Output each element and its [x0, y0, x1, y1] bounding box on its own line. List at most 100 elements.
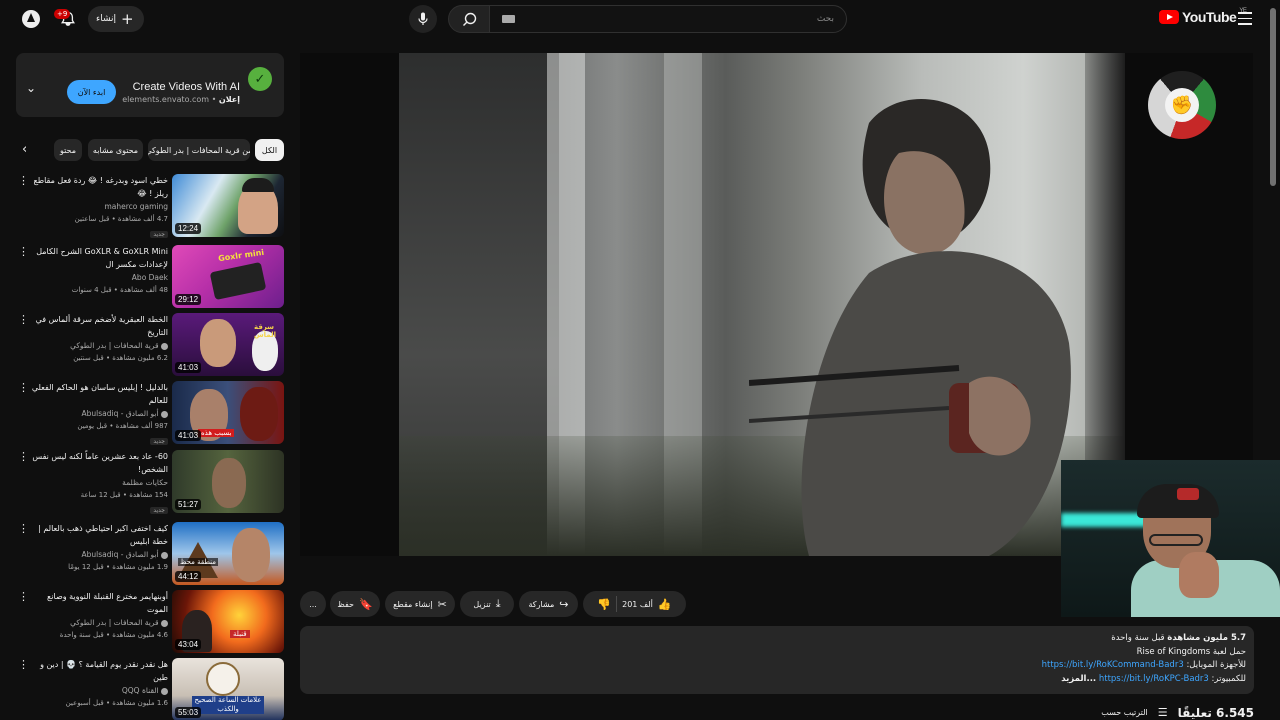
search-button[interactable]: [448, 5, 490, 33]
like-separator: [616, 596, 618, 612]
more-options-icon[interactable]: ⋮: [18, 382, 29, 393]
save-label: حفظ: [337, 599, 354, 609]
channel-name[interactable]: القناة QQQ: [30, 685, 168, 697]
view-count: 5.7 مليون مشاهدة: [1167, 633, 1246, 643]
video-description[interactable]: 5.7 مليون مشاهدة قبل سنة واحدة حمل لعبة …: [300, 626, 1254, 694]
youtube-logo[interactable]: YouTube YE: [1159, 8, 1247, 25]
thumb-caption: سرقة الماس: [254, 323, 277, 339]
list-item[interactable]: علامات الساعة الصحيح والكذب 55:03 هل نقد…: [16, 658, 284, 720]
more-actions-icon: ...: [309, 599, 317, 609]
video-title[interactable]: خطي اسود وبدرغه ! 😂 ردة فعل مقاطع ريلز !…: [30, 174, 168, 200]
thumb-caption: قنبلة: [230, 630, 250, 638]
masthead: +9 إنشاء + بحث YouTube YE: [0, 0, 1280, 40]
video-info: الخطة العبقرية لأضخم سرقة ألماس في التار…: [30, 313, 168, 364]
verified-icon: [161, 687, 168, 695]
chip-similar[interactable]: محتوى مشابه: [88, 139, 143, 161]
chip-partial[interactable]: محتو: [54, 139, 82, 161]
video-meta: 1.6 مليون مشاهدة • قبل أسبوعين: [65, 699, 168, 707]
channel-name[interactable]: maherco gaming: [30, 201, 168, 213]
video-thumbnail[interactable]: Goxlr mini 29:12: [172, 245, 284, 308]
video-meta: 987 ألف مشاهدة • قبل يومين: [77, 422, 168, 430]
download-button[interactable]: تنزيل ⤓: [460, 591, 514, 617]
mobile-label: للأجهزة الموبايل:: [1186, 660, 1246, 670]
video-title[interactable]: الخطة العبقرية لأضخم سرقة ألماس في التار…: [30, 313, 168, 339]
video-duration: 44:12: [175, 571, 202, 582]
video-duration: 41:03: [175, 430, 202, 441]
list-item[interactable]: منطقة محظ 44:12 كيف اختفى اكبر احتياطي ذ…: [16, 522, 284, 586]
chip-channel[interactable]: من قرية المحافات | بدر الطوكي: [148, 139, 250, 161]
video-thumbnail[interactable]: علامات الساعة الصحيح والكذب 55:03: [172, 658, 284, 720]
clip-button[interactable]: إنشاء مقطع ✂: [385, 591, 455, 617]
chevron-left-icon[interactable]: ‹: [22, 142, 27, 157]
video-frame[interactable]: [399, 53, 1125, 556]
video-thumbnail[interactable]: 12:24: [172, 174, 284, 237]
chip-all[interactable]: الكل: [255, 139, 284, 161]
list-item[interactable]: 12:24 خطي اسود وبدرغه ! 😂 ردة فعل مقاطع …: [16, 174, 284, 238]
page-scrollbar[interactable]: [1270, 8, 1276, 186]
video-thumbnail[interactable]: سرقة الماس 41:03: [172, 313, 284, 376]
channel-watermark[interactable]: ✊: [1148, 71, 1216, 139]
sort-icon[interactable]: ☰: [1158, 706, 1168, 719]
dislike-icon[interactable]: 👎: [597, 598, 611, 611]
video-title[interactable]: كيف اختفى اكبر احتياطي ذهب بالعالم | خطة…: [30, 522, 168, 548]
more-options-icon[interactable]: ⋮: [18, 523, 29, 534]
video-title[interactable]: هل نقدر نقدر يوم القيامة ؟ 💀 | دين و طين: [30, 658, 168, 684]
pc-link[interactable]: https://bit.ly/RoKPC-Badr3: [1099, 674, 1209, 684]
video-meta: 154 مشاهدة • قبل 12 ساعة: [80, 491, 168, 499]
chevron-down-icon[interactable]: ⌄: [26, 81, 36, 95]
more-actions-button[interactable]: ...: [300, 591, 326, 617]
account-avatar[interactable]: [17, 5, 45, 33]
voice-search-button[interactable]: [409, 5, 437, 33]
more-options-icon[interactable]: ⋮: [18, 246, 29, 257]
comment-count: 6.545 تعليقًا: [1177, 705, 1254, 720]
video-title[interactable]: 60- عاد بعد عشرين عاماً لكنه ليس نفس الش…: [30, 450, 168, 476]
like-icon[interactable]: 👍: [658, 598, 672, 611]
video-duration: 51:27: [175, 499, 202, 510]
new-badge: جديد: [150, 231, 168, 238]
channel-name-text: قرية المحافات | بدر الطوكي: [70, 618, 159, 627]
menu-icon[interactable]: [1238, 12, 1252, 29]
list-item[interactable]: 51:27 60- عاد بعد عشرين عاماً لكنه ليس ن…: [16, 450, 284, 514]
new-badge: جديد: [150, 438, 168, 445]
thumb-caption: Goxlr mini: [217, 247, 265, 264]
list-item[interactable]: Goxlr mini 29:12 GoXLR & GoXLR Mini الشر…: [16, 245, 284, 309]
thumb-caption: بسبب هذه: [198, 429, 235, 437]
channel-name-text: أبو الصادق - Abulsadiq: [81, 409, 159, 418]
sponsored-ad-card[interactable]: ✓ Create Videos With AI elements.envato.…: [16, 53, 284, 117]
channel-name[interactable]: حكايات مظلمة: [30, 477, 168, 489]
channel-name[interactable]: أبو الصادق - Abulsadiq: [30, 408, 168, 420]
channel-name[interactable]: Abo Daek: [30, 272, 168, 284]
more-options-icon[interactable]: ⋮: [18, 659, 29, 670]
video-thumbnail[interactable]: منطقة محظ 44:12: [172, 522, 284, 585]
ad-cta-button[interactable]: ابدء الآن: [67, 80, 116, 104]
save-button[interactable]: حفظ 🔖: [330, 591, 380, 617]
more-options-icon[interactable]: ⋮: [18, 175, 29, 186]
list-item[interactable]: بسبب هذه 41:03 بالدليل ! إبليس ساسان هو …: [16, 381, 284, 445]
mobile-link[interactable]: https://bit.ly/RoKCommand-Badr3: [1042, 660, 1184, 670]
channel-name[interactable]: قرية المحافات | بدر الطوكي: [30, 340, 168, 352]
list-item[interactable]: سرقة الماس 41:03 الخطة العبقرية لأضخم سر…: [16, 313, 284, 377]
show-more-link[interactable]: ...المزيد: [1061, 674, 1096, 684]
thumb-caption: منطقة محظ: [178, 558, 219, 566]
like-count[interactable]: 201 ألف: [622, 600, 653, 609]
video-title[interactable]: بالدليل ! إبليس ساسان هو الحاكم الفعلي ل…: [30, 381, 168, 407]
search-input[interactable]: بحث: [489, 5, 847, 33]
share-button[interactable]: مشاركة ↪: [519, 591, 578, 617]
create-button[interactable]: إنشاء +: [88, 6, 144, 32]
bookmark-icon: 🔖: [358, 597, 373, 611]
video-meta: 48 ألف مشاهدة • قبل 4 سنوات: [71, 286, 168, 294]
channel-name[interactable]: قرية المحافات | بدر الطوكي: [30, 617, 168, 629]
channel-name[interactable]: أبو الصادق - Abulsadiq: [30, 549, 168, 561]
more-options-icon[interactable]: ⋮: [18, 451, 29, 462]
video-title[interactable]: GoXLR & GoXLR Mini الشرح الكامل لإعدادات…: [30, 245, 168, 271]
sort-label[interactable]: الترتيب حسب: [1101, 708, 1147, 717]
video-duration: 55:03: [175, 707, 202, 718]
keyboard-icon[interactable]: [502, 15, 515, 23]
video-thumbnail[interactable]: 51:27: [172, 450, 284, 513]
ad-subline: elements.envato.com • إعلان: [122, 95, 240, 104]
webcam-glasses: [1149, 534, 1203, 546]
new-badge: جديد: [150, 507, 168, 514]
share-icon: ↪: [559, 597, 569, 611]
video-thumbnail[interactable]: بسبب هذه 41:03: [172, 381, 284, 444]
more-options-icon[interactable]: ⋮: [18, 314, 29, 325]
